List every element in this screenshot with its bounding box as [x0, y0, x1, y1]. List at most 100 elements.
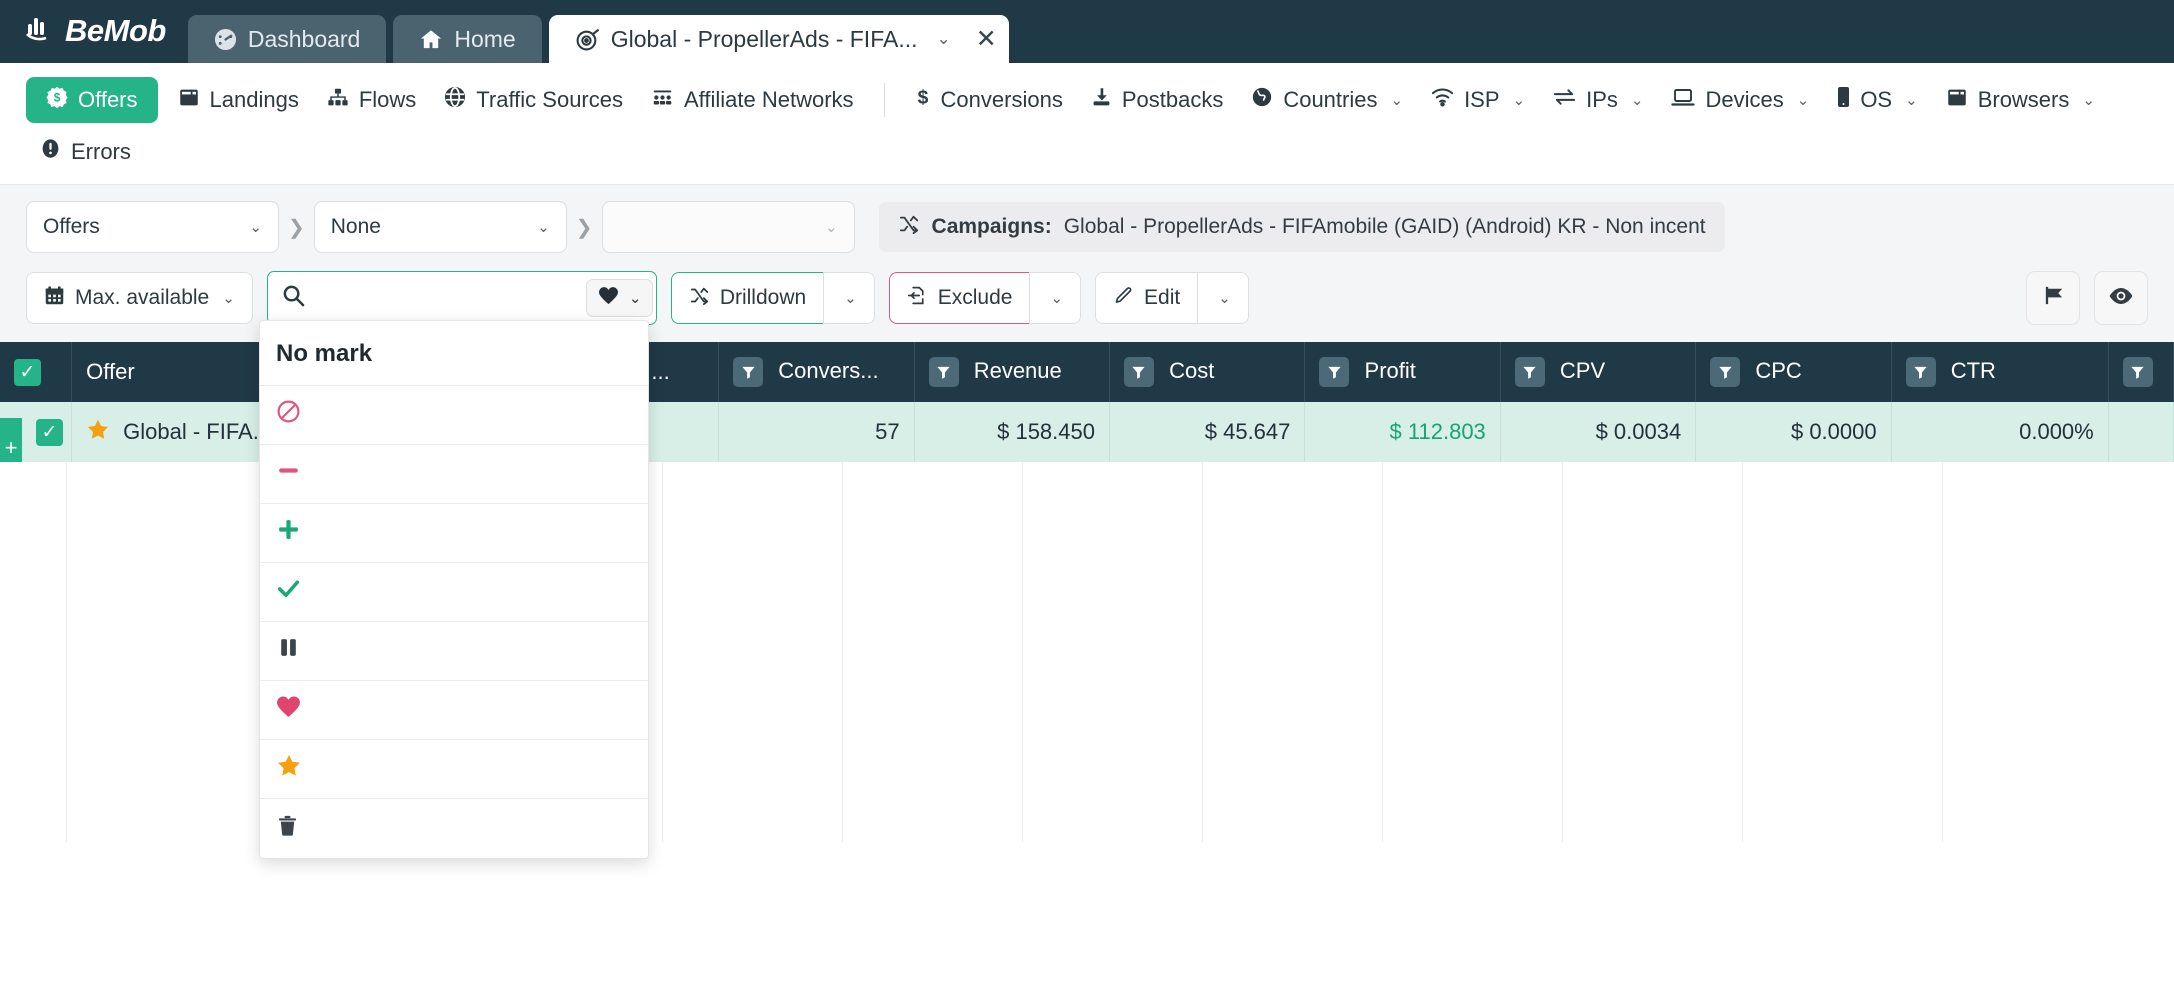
- nav-item-affiliate-networks[interactable]: Affiliate Networks: [637, 78, 868, 123]
- row-select-cell[interactable]: + ✓: [0, 402, 72, 462]
- tab-home[interactable]: Home: [393, 15, 541, 63]
- exclude-button[interactable]: Exclude: [889, 272, 1030, 324]
- filter-icon[interactable]: [1906, 357, 1936, 387]
- mark-menu-title[interactable]: No mark: [260, 321, 648, 386]
- campaign-filter-label: Campaigns:: [932, 215, 1052, 239]
- cell-cpv: $ 0.0034: [1500, 402, 1695, 462]
- mark-item-heart[interactable]: [260, 681, 648, 740]
- nav-item-offers[interactable]: $ Offers: [26, 77, 158, 123]
- column-header-cost[interactable]: Cost: [1109, 342, 1304, 402]
- chevron-down-icon[interactable]: ⌄: [1390, 91, 1403, 109]
- column-header-label: CPC: [1755, 358, 1801, 383]
- column-header-revenue[interactable]: Revenue: [914, 342, 1109, 402]
- column-header-label: Convers...: [778, 358, 878, 383]
- nav-item-flows[interactable]: Flows: [313, 78, 430, 123]
- column-header-label: Cost: [1169, 358, 1214, 383]
- column-header-label: CTR: [1951, 358, 1996, 383]
- bemob-logo[interactable]: BeMob: [26, 12, 166, 50]
- nav-item-traffic-sources[interactable]: Traffic Sources: [430, 77, 637, 123]
- chevron-down-icon[interactable]: ⌄: [937, 29, 951, 49]
- flag-button[interactable]: [2026, 271, 2080, 325]
- close-icon[interactable]: ✕: [976, 24, 997, 54]
- mark-filter-button[interactable]: ⌄: [586, 279, 654, 317]
- grouping-select-3[interactable]: ⌄: [602, 201, 855, 253]
- tab-label: Global - PropellerAds - FIFA...: [611, 26, 918, 53]
- search-box[interactable]: ⌄: [267, 271, 657, 325]
- chevron-down-icon[interactable]: ⌄: [1513, 91, 1526, 109]
- grouping-select-2[interactable]: None ⌄: [314, 201, 567, 253]
- chevron-down-icon[interactable]: ⌄: [537, 218, 550, 236]
- nav-item-errors[interactable]: Errors: [26, 129, 145, 174]
- chevron-down-icon[interactable]: ⌄: [1050, 289, 1063, 307]
- bemob-logo-text: BeMob: [65, 13, 166, 49]
- column-header-ctr[interactable]: CTR: [1891, 342, 2108, 402]
- row-checkbox[interactable]: ✓: [36, 419, 63, 446]
- svg-text:$: $: [917, 87, 928, 108]
- nav-item-conversions[interactable]: $ Conversions: [901, 77, 1077, 123]
- filter-icon[interactable]: [1319, 357, 1349, 387]
- nav-item-isp[interactable]: ISP ⌄: [1417, 78, 1539, 122]
- chevron-down-icon[interactable]: ⌄: [1218, 289, 1231, 307]
- mark-item-prohibited[interactable]: [260, 386, 648, 445]
- column-header-conversions[interactable]: Convers...: [719, 342, 914, 402]
- column-header-next[interactable]: [2108, 342, 2173, 402]
- mark-item-minus[interactable]: [260, 445, 648, 504]
- filter-icon[interactable]: [2123, 357, 2153, 387]
- nav-item-countries[interactable]: Countries ⌄: [1237, 77, 1417, 123]
- mark-item-pause[interactable]: [260, 622, 648, 681]
- grouping-select-1[interactable]: Offers ⌄: [26, 201, 279, 253]
- drilldown-button[interactable]: Drilldown: [671, 272, 823, 324]
- nav-item-devices[interactable]: Devices ⌄: [1657, 78, 1823, 123]
- chevron-down-icon[interactable]: ⌄: [844, 289, 857, 307]
- chevron-down-icon[interactable]: ⌄: [825, 218, 838, 236]
- exclude-dropdown-button[interactable]: ⌄: [1029, 272, 1081, 324]
- mark-item-plus[interactable]: [260, 504, 648, 563]
- star-icon[interactable]: [86, 418, 110, 447]
- mark-item-check[interactable]: [260, 563, 648, 622]
- filter-icon[interactable]: [733, 357, 763, 387]
- select-all-header[interactable]: ✓: [0, 342, 72, 402]
- column-header-cpv[interactable]: CPV: [1500, 342, 1695, 402]
- select-all-checkbox[interactable]: ✓: [14, 359, 41, 386]
- column-header-profit[interactable]: Profit: [1305, 342, 1500, 402]
- chevron-down-icon[interactable]: ⌄: [1631, 91, 1644, 109]
- visibility-button[interactable]: [2094, 271, 2148, 325]
- filter-icon[interactable]: [1710, 357, 1740, 387]
- edit-button[interactable]: Edit: [1095, 272, 1197, 324]
- nav-item-browsers[interactable]: Browsers ⌄: [1932, 78, 2109, 123]
- main-navigation: $ Offers Landings Flows Traffic Sources: [0, 63, 2174, 185]
- date-range-button[interactable]: Max. available ⌄: [26, 272, 253, 324]
- mark-item-trash[interactable]: [260, 799, 648, 858]
- calendar-icon: [44, 285, 65, 312]
- expand-row-button[interactable]: +: [0, 418, 22, 462]
- filter-icon[interactable]: [1515, 357, 1545, 387]
- landings-icon: [178, 87, 200, 114]
- breadcrumb-chevron-icon: ❯: [288, 215, 305, 240]
- column-header-cpc[interactable]: CPC: [1696, 342, 1891, 402]
- home-icon: [419, 28, 443, 51]
- nav-item-label: Offers: [78, 87, 138, 113]
- search-input[interactable]: [305, 272, 586, 324]
- chevron-down-icon[interactable]: ⌄: [2082, 91, 2095, 109]
- offers-icon: $: [46, 86, 68, 114]
- chevron-down-icon[interactable]: ⌄: [629, 289, 642, 307]
- tab-campaign-report[interactable]: Global - PropellerAds - FIFA... ⌄ ✕: [549, 15, 1009, 63]
- nav-item-os[interactable]: OS ⌄: [1823, 77, 1931, 123]
- chevron-down-icon[interactable]: ⌄: [1905, 91, 1918, 109]
- drilldown-dropdown-button[interactable]: ⌄: [823, 272, 875, 324]
- grouping-select-1-value: Offers: [43, 215, 100, 239]
- nav-item-landings[interactable]: Landings: [164, 78, 313, 123]
- filter-icon[interactable]: [929, 357, 959, 387]
- campaign-filter-chip[interactable]: Campaigns: Global - PropellerAds - FIFAm…: [879, 202, 1725, 252]
- edit-dropdown-button[interactable]: ⌄: [1197, 272, 1249, 324]
- chevron-down-icon[interactable]: ⌄: [222, 289, 235, 307]
- mark-item-star[interactable]: [260, 740, 648, 799]
- mark-dropdown-menu[interactable]: No mark: [259, 320, 649, 859]
- nav-item-postbacks[interactable]: Postbacks: [1077, 77, 1238, 123]
- nav-item-ips[interactable]: IPs ⌄: [1539, 78, 1657, 122]
- minus-icon: [276, 458, 301, 490]
- filter-icon[interactable]: [1124, 357, 1154, 387]
- tab-dashboard[interactable]: Dashboard: [188, 15, 387, 63]
- chevron-down-icon[interactable]: ⌄: [1797, 91, 1810, 109]
- chevron-down-icon[interactable]: ⌄: [249, 218, 262, 236]
